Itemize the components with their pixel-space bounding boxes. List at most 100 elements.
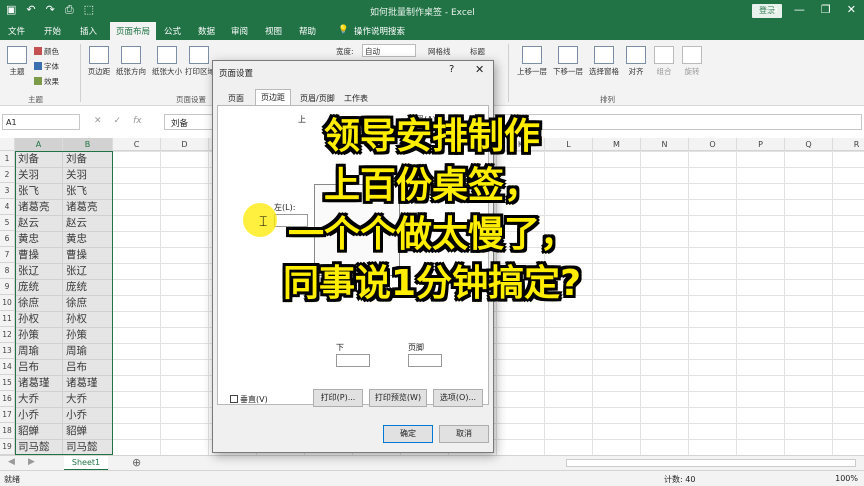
caption-line: 一个个做太慢了， xyxy=(287,214,576,255)
row-header[interactable]: 13 xyxy=(0,343,15,359)
row-header[interactable]: 15 xyxy=(0,375,15,391)
orientation-button[interactable]: 纸张方向 xyxy=(114,46,148,77)
row-header[interactable]: 11 xyxy=(0,311,15,327)
width-label: 宽度: xyxy=(336,47,354,56)
title-bar: ▣ ↶ ↷ ⎙ ⬚ 如何批量制作桌签 - Excel 登录 ▭ — ❐ ✕ xyxy=(0,0,864,22)
restore-icon[interactable]: ❐ xyxy=(821,3,831,16)
tell-me-search[interactable]: 操作说明搜索 xyxy=(354,25,405,37)
align-icon xyxy=(626,46,646,64)
group-label-arrange: 排列 xyxy=(600,95,615,104)
row-header[interactable]: 17 xyxy=(0,407,15,423)
print-area-icon xyxy=(189,46,209,64)
ribbon-tabs: 文件 开始 插入 页面布局 公式 数据 审阅 视图 帮助 💡 操作说明搜索 xyxy=(0,22,864,40)
colors-icon xyxy=(34,47,42,55)
footer-margin-input[interactable] xyxy=(408,354,442,367)
ribbon-separator xyxy=(80,44,81,102)
group-button[interactable]: 组合 xyxy=(652,46,676,77)
zoom-level[interactable]: 100% xyxy=(835,474,858,483)
ok-button[interactable]: 确定 xyxy=(383,425,433,443)
row-header[interactable]: 12 xyxy=(0,327,15,343)
dialog-tab-header-footer[interactable]: 页眉/页脚 xyxy=(295,91,340,105)
bottom-margin-label: 下 xyxy=(336,343,344,352)
row-header[interactable]: 16 xyxy=(0,391,15,407)
minimize-icon[interactable]: — xyxy=(794,3,805,16)
selection-pane-button[interactable]: 选择窗格 xyxy=(586,46,622,77)
margins-icon xyxy=(89,46,109,64)
ribbon-display-icon[interactable]: ▭ xyxy=(768,3,778,16)
close-icon[interactable]: ✕ xyxy=(475,63,484,76)
row-header[interactable]: 18 xyxy=(0,423,15,439)
size-button[interactable]: 纸张大小 xyxy=(150,46,184,77)
bottom-margin-input[interactable] xyxy=(336,354,370,367)
paper-size-icon xyxy=(157,46,177,64)
align-button[interactable]: 对齐 xyxy=(624,46,648,77)
themes-icon xyxy=(7,46,27,64)
redo-icon[interactable]: ↷ xyxy=(46,3,55,17)
dialog-tab-page[interactable]: 页面 xyxy=(223,91,249,105)
effects-button[interactable]: 效果 xyxy=(34,76,59,87)
tab-file[interactable]: 文件 xyxy=(8,25,25,37)
status-count: 计数: 40 xyxy=(664,475,696,484)
group-icon xyxy=(654,46,674,64)
send-backward-icon xyxy=(558,46,578,64)
tab-page-layout[interactable]: 页面布局 xyxy=(110,22,157,40)
bring-forward-button[interactable]: 上移一层 xyxy=(514,46,550,77)
horizontal-scrollbar[interactable] xyxy=(566,459,856,467)
status-bar: 就绪 计数: 40 100% xyxy=(0,470,864,486)
print-preview-button[interactable]: 打印预览(W) xyxy=(369,389,427,407)
window-title: 如何批量制作桌签 - Excel xyxy=(370,8,475,18)
group-label-themes: 主题 xyxy=(28,95,43,104)
orientation-icon xyxy=(121,46,141,64)
fonts-button[interactable]: 字体 xyxy=(34,61,59,72)
center-vertically-checkbox[interactable]: 垂直(V) xyxy=(230,394,268,405)
print-area-button[interactable]: 打印区域 xyxy=(185,46,213,77)
customize-icon[interactable]: ⬚ xyxy=(84,3,94,17)
cancel-button[interactable]: 取消 xyxy=(439,425,489,443)
tab-home[interactable]: 开始 xyxy=(44,25,61,37)
close-icon[interactable]: ✕ xyxy=(847,3,856,16)
row-header[interactable]: 14 xyxy=(0,359,15,375)
gridlines-label: 网格线 xyxy=(428,47,451,56)
send-backward-button[interactable]: 下移一层 xyxy=(550,46,586,77)
print-preview-icon[interactable]: ⎙ xyxy=(65,3,74,17)
width-dropdown[interactable]: 自动 xyxy=(362,44,416,57)
margins-button[interactable]: 页边距 xyxy=(86,46,112,77)
quick-access-toolbar: ▣ ↶ ↷ ⎙ ⬚ xyxy=(6,3,94,17)
themes-button[interactable]: 主题 xyxy=(4,46,30,77)
save-icon[interactable]: ▣ xyxy=(6,3,16,17)
help-icon[interactable]: ? xyxy=(449,64,454,75)
sheet-next-icon[interactable]: ▶ xyxy=(28,457,35,467)
options-button[interactable]: 选项(O)... xyxy=(433,389,483,407)
sheet-prev-icon[interactable]: ◀ xyxy=(8,457,15,467)
selection-pane-icon xyxy=(594,46,614,64)
dialog-title: 页面设置 xyxy=(219,69,254,79)
window-controls: ▭ — ❐ ✕ xyxy=(768,3,857,16)
status-ready: 就绪 xyxy=(4,475,20,484)
rotate-icon xyxy=(682,46,702,64)
checkbox-icon xyxy=(230,395,238,403)
colors-button[interactable]: 颜色 xyxy=(34,46,59,57)
print-button[interactable]: 打印(P)... xyxy=(313,389,363,407)
effects-icon xyxy=(34,77,42,85)
bring-forward-icon xyxy=(522,46,542,64)
caption-line: 领导安排制作 xyxy=(323,116,540,157)
fonts-icon xyxy=(34,62,42,70)
caption-line: 同事说1分钟搞定? xyxy=(283,263,581,304)
undo-icon[interactable]: ↶ xyxy=(26,3,35,17)
group-label-page-setup: 页面设置 xyxy=(176,95,206,104)
tab-help[interactable]: 帮助 xyxy=(299,25,316,37)
row-header[interactable]: 19 xyxy=(0,439,15,455)
tab-view[interactable]: 视图 xyxy=(265,25,282,37)
tab-review[interactable]: 审阅 xyxy=(231,25,248,37)
lightbulb-icon: 💡 xyxy=(338,25,349,35)
dialog-tab-margins[interactable]: 页边距 xyxy=(255,89,291,106)
sheet-tab-sheet1[interactable]: Sheet1 xyxy=(64,456,108,471)
dialog-tab-sheet[interactable]: 工作表 xyxy=(339,91,373,105)
rotate-button[interactable]: 旋转 xyxy=(680,46,704,77)
sheet-tab-bar: ◀ ▶ Sheet1 ⊕ xyxy=(0,455,864,471)
tab-formulas[interactable]: 公式 xyxy=(164,25,181,37)
add-sheet-icon[interactable]: ⊕ xyxy=(132,456,141,469)
ribbon-separator xyxy=(508,44,509,102)
tab-data[interactable]: 数据 xyxy=(198,25,215,37)
tab-insert[interactable]: 插入 xyxy=(80,25,97,37)
